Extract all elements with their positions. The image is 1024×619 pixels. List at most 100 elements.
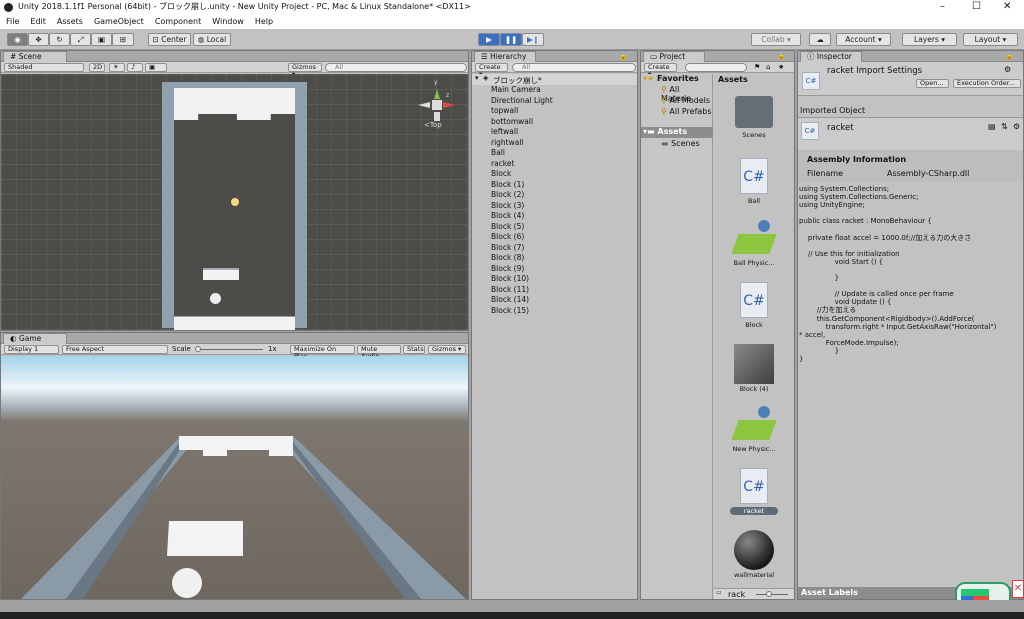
close-widget-icon[interactable]: ✕: [1012, 580, 1024, 598]
effects-dropdown[interactable]: ▣: [145, 63, 167, 72]
menu-component[interactable]: Component: [155, 17, 201, 26]
asset-tile[interactable]: Ball Physic...: [727, 220, 781, 267]
menu-assets[interactable]: Assets: [57, 17, 83, 26]
tab-hierarchy[interactable]: ☰ Hierarchy: [474, 51, 536, 62]
rect-tool-button[interactable]: ▣: [91, 33, 112, 46]
menu-gameobject[interactable]: GameObject: [94, 17, 144, 26]
tab-scene[interactable]: # Scene: [3, 51, 67, 62]
layers-dropdown[interactable]: Layers ▾: [902, 33, 957, 46]
hierarchy-item[interactable]: Ball: [491, 148, 505, 159]
help-book-icon[interactable]: ▤: [988, 122, 996, 131]
maximize-on-play-toggle[interactable]: Maximize On Play: [290, 345, 355, 360]
scene-viewport[interactable]: y z <Top: [1, 74, 468, 330]
scale-slider[interactable]: [197, 349, 263, 350]
hierarchy-item[interactable]: Block (5): [491, 222, 524, 233]
move-tool-button[interactable]: ✥: [28, 33, 49, 46]
assets-root-row[interactable]: ▾▬ Assets: [641, 127, 713, 138]
scene-orientation-gizmo[interactable]: y z <Top: [414, 79, 462, 131]
hierarchy-item[interactable]: Main Camera: [491, 85, 541, 96]
hierarchy-search-input[interactable]: All: [512, 63, 636, 72]
asset-tile[interactable]: New Physic...: [727, 406, 781, 453]
hierarchy-item[interactable]: Block (14): [491, 295, 529, 306]
pivot-local-button[interactable]: ◍ Local: [193, 33, 231, 46]
preset-icon[interactable]: ⇅: [1001, 122, 1008, 131]
favorite-item[interactable]: ⚲ All Models: [661, 96, 710, 105]
asset-tile[interactable]: C# racket: [727, 468, 781, 515]
hierarchy-item[interactable]: Block (2): [491, 190, 524, 201]
lighting-toggle[interactable]: ☀: [109, 63, 125, 72]
icon-size-slider[interactable]: [756, 594, 788, 595]
hierarchy-item[interactable]: rightwall: [491, 138, 524, 149]
project-search-input[interactable]: [685, 63, 747, 72]
search-by-label-icon[interactable]: ⌂: [766, 62, 770, 72]
hierarchy-item[interactable]: Block (8): [491, 253, 524, 264]
hierarchy-item[interactable]: Block (3): [491, 201, 524, 212]
favorite-item[interactable]: ⚲ All Prefabs: [661, 107, 712, 116]
asset-tile[interactable]: C# Block: [727, 282, 781, 329]
lock-icon[interactable]: 🔒: [619, 52, 628, 60]
asset-tile[interactable]: wallmaterial: [727, 530, 781, 579]
hierarchy-item[interactable]: Block (9): [491, 264, 524, 275]
shading-mode-dropdown[interactable]: Shaded: [4, 63, 84, 72]
mute-audio-toggle[interactable]: Mute Audio: [357, 345, 401, 360]
project-create-button[interactable]: Create ▾: [644, 63, 677, 78]
play-button[interactable]: ▶: [478, 33, 500, 46]
aspect-dropdown[interactable]: Free Aspect: [62, 345, 168, 354]
hierarchy-item[interactable]: topwall: [491, 106, 518, 117]
settings-gear-icon[interactable]: ⚙: [1004, 65, 1011, 74]
game-gizmos-dropdown[interactable]: Gizmos ▾: [428, 345, 466, 354]
asset-tile[interactable]: Scenes: [727, 96, 781, 139]
asset-tile[interactable]: Block (4): [727, 344, 781, 393]
hierarchy-item[interactable]: leftwall: [491, 127, 518, 138]
2d-toggle[interactable]: 2D: [89, 63, 105, 72]
minimize-button[interactable]: –: [940, 0, 945, 14]
hierarchy-create-button[interactable]: Create ▾: [475, 63, 508, 78]
maximize-button[interactable]: ☐: [972, 0, 981, 14]
audio-toggle[interactable]: ♪: [127, 63, 143, 72]
stats-toggle[interactable]: Stats: [403, 345, 425, 354]
hierarchy-item[interactable]: Block (15): [491, 306, 529, 317]
component-gear-icon[interactable]: ⚙: [1013, 122, 1020, 131]
collab-button[interactable]: Collab ▾: [751, 33, 801, 46]
hierarchy-item[interactable]: Block (6): [491, 232, 524, 243]
tab-game[interactable]: ◐ Game: [3, 333, 67, 344]
hierarchy-item[interactable]: Block (1): [491, 180, 524, 191]
layout-dropdown[interactable]: Layout ▾: [963, 33, 1018, 46]
scale-slider-thumb[interactable]: [195, 346, 201, 352]
scene-gizmos-dropdown[interactable]: Gizmos ▾: [288, 63, 322, 78]
hierarchy-item[interactable]: bottomwall: [491, 117, 533, 128]
menu-help[interactable]: Help: [255, 17, 273, 26]
tab-inspector[interactable]: ⓘ Inspector: [800, 51, 862, 62]
favorites-row[interactable]: ▾★ Favorites: [643, 74, 699, 83]
game-viewport[interactable]: [1, 356, 468, 599]
hierarchy-item[interactable]: Block (4): [491, 211, 524, 222]
cloud-button[interactable]: ☁: [809, 33, 831, 46]
search-by-type-icon[interactable]: ⚑: [754, 62, 760, 72]
menu-file[interactable]: File: [6, 17, 19, 26]
transform-tool-button[interactable]: ⊞: [112, 33, 134, 46]
account-dropdown[interactable]: Account ▾: [836, 33, 891, 46]
folder-item[interactable]: ▬ Scenes: [661, 139, 700, 148]
hand-tool-button[interactable]: ◉: [7, 33, 28, 46]
menu-edit[interactable]: Edit: [30, 17, 46, 26]
hierarchy-item[interactable]: Block (10): [491, 274, 529, 285]
rotate-tool-button[interactable]: ↻: [49, 33, 70, 46]
pivot-center-button[interactable]: ⊡ Center: [148, 33, 191, 46]
hierarchy-item[interactable]: Directional Light: [491, 96, 553, 107]
menu-window[interactable]: Window: [212, 17, 244, 26]
icon-size-slider-thumb[interactable]: [766, 591, 772, 597]
scene-root-row[interactable]: ▾ ◈ ブロック崩し*: [472, 74, 637, 85]
star-icon[interactable]: ★: [778, 62, 784, 72]
display-dropdown[interactable]: Display 1: [4, 345, 59, 354]
expand-arrow-icon[interactable]: ▾: [475, 74, 479, 82]
hierarchy-item[interactable]: racket: [491, 159, 514, 170]
hierarchy-item[interactable]: Block: [491, 169, 511, 180]
asset-tile[interactable]: C# Ball: [727, 158, 781, 205]
open-button[interactable]: Open...: [916, 79, 949, 88]
tab-project[interactable]: ▭ Project: [643, 51, 705, 62]
close-button[interactable]: ✕: [1003, 0, 1011, 14]
scale-tool-button[interactable]: ⤢: [70, 33, 91, 46]
step-button[interactable]: ▶❙: [522, 33, 544, 46]
hierarchy-item[interactable]: Block (7): [491, 243, 524, 254]
lock-icon[interactable]: 🔒: [1005, 52, 1014, 60]
